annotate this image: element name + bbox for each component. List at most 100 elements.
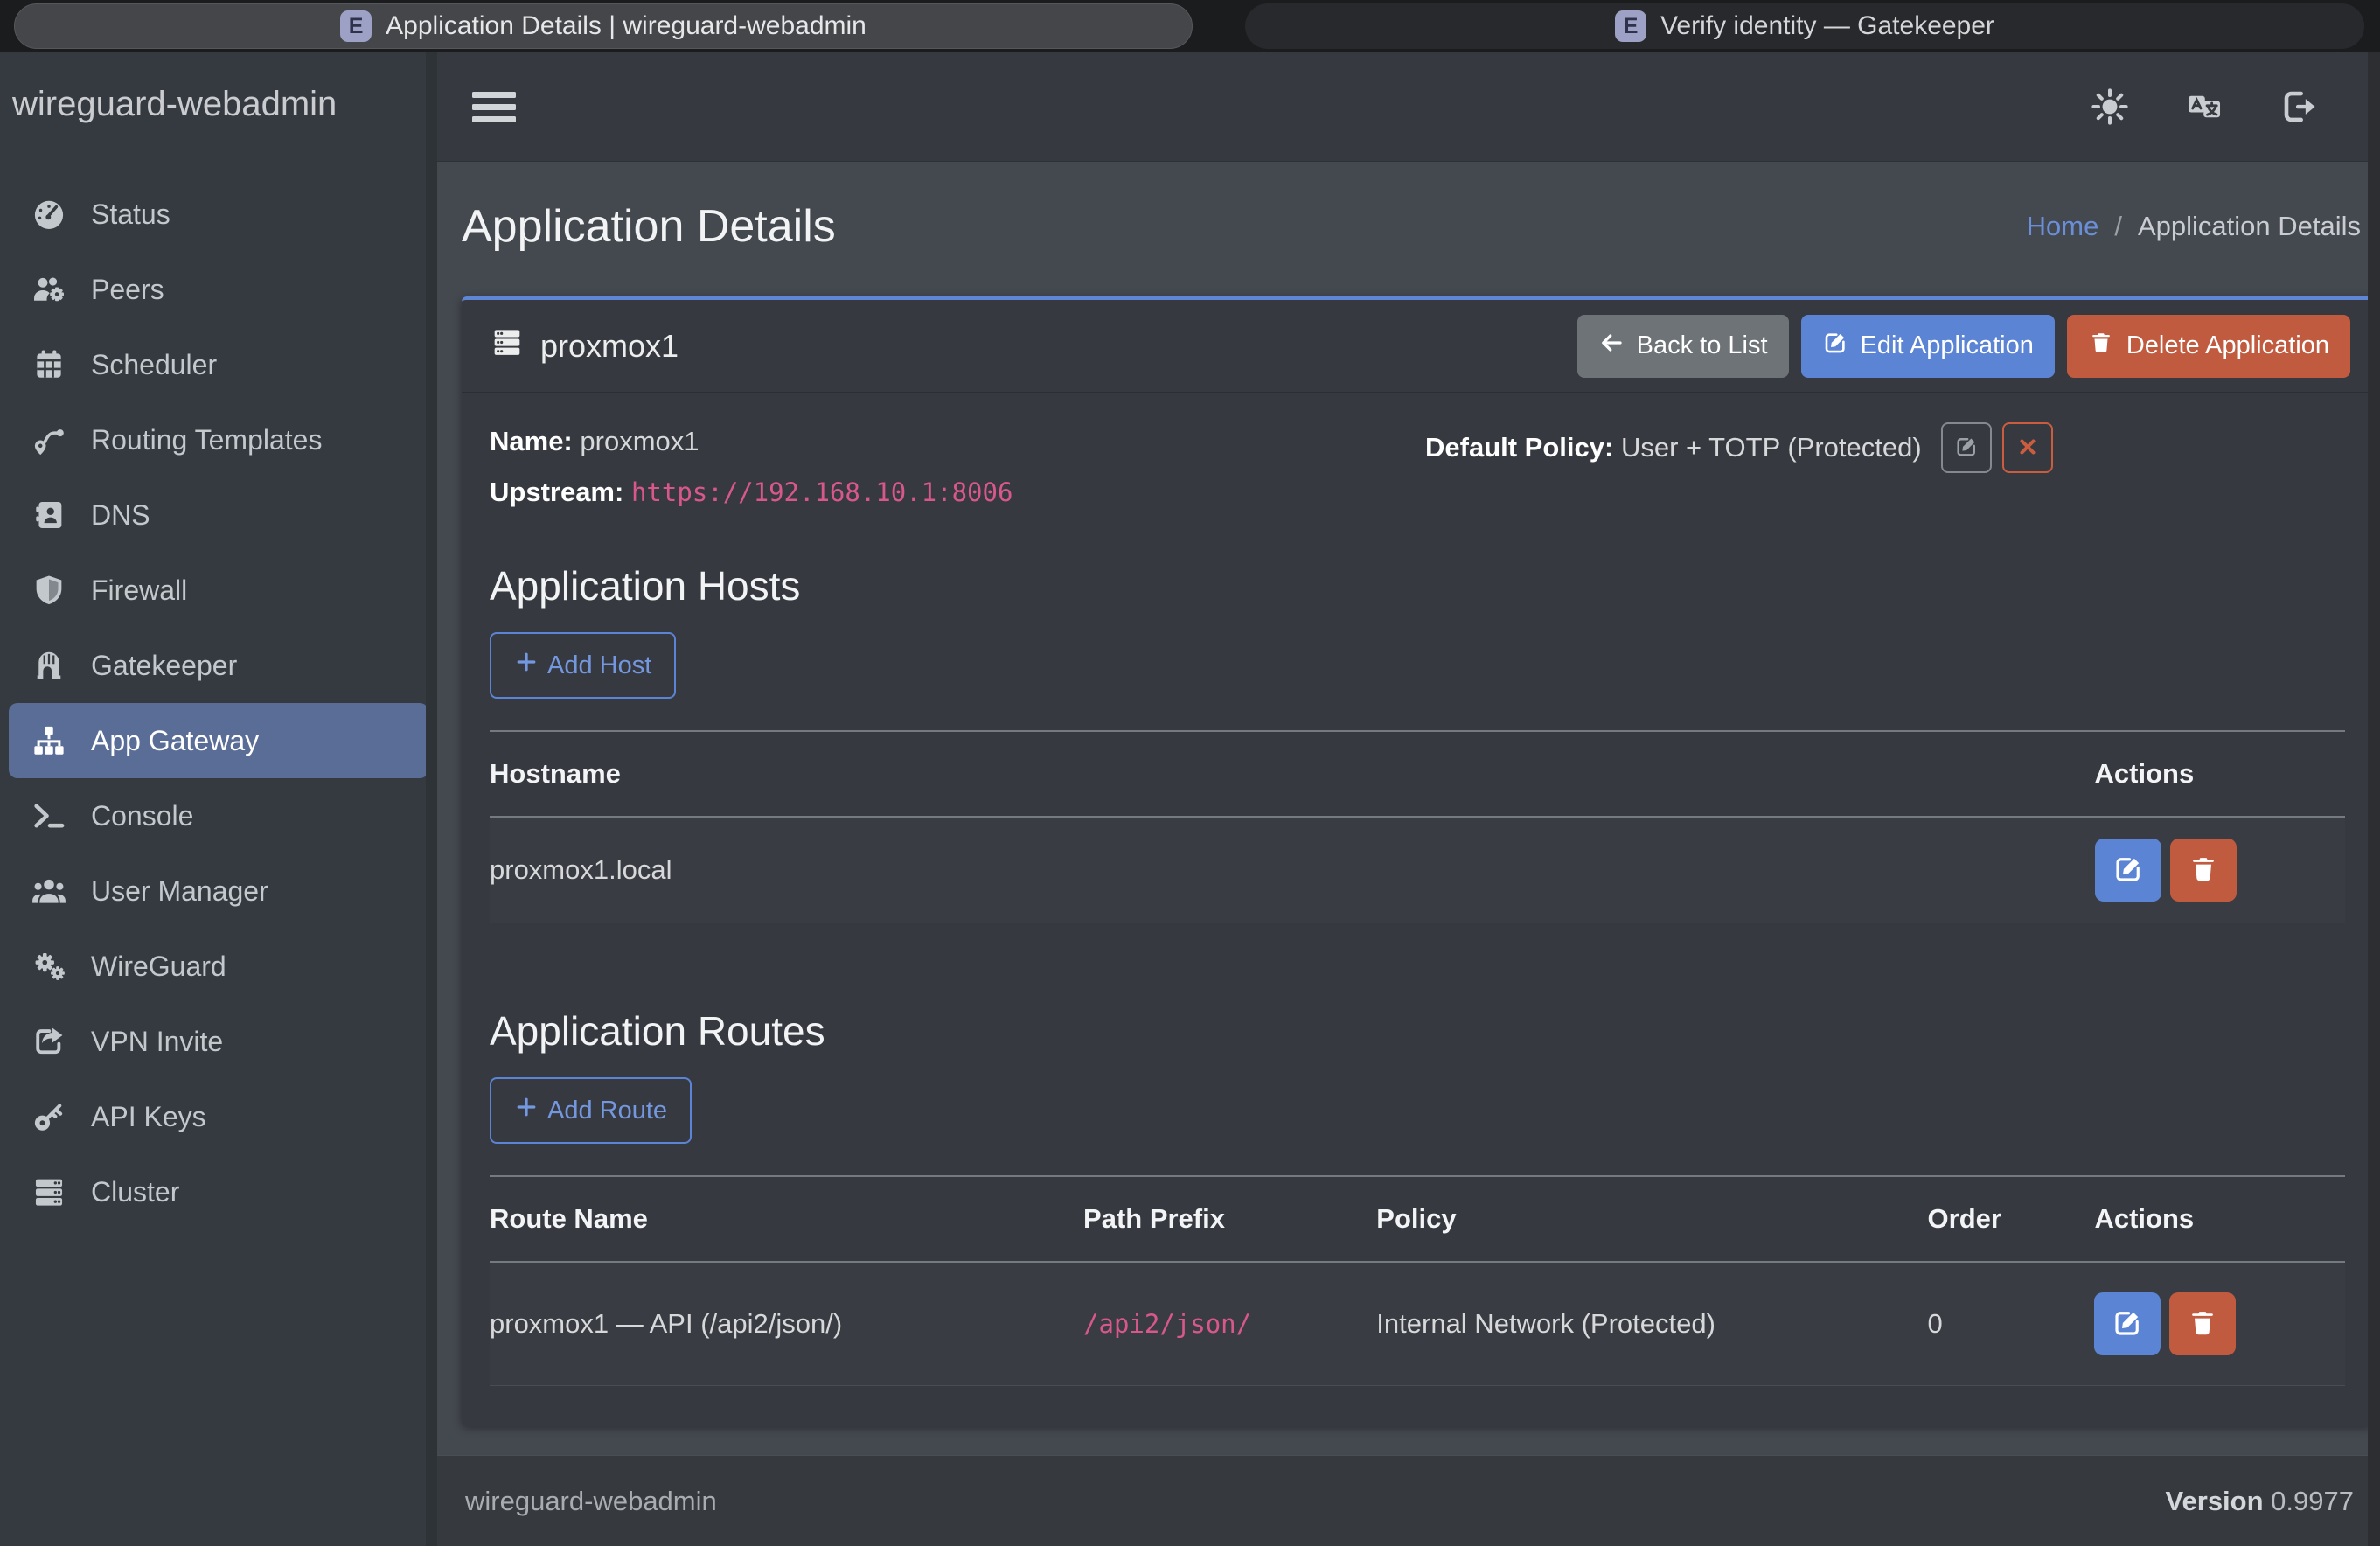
breadcrumb-home-link[interactable]: Home	[2027, 211, 2099, 242]
footer-version-value: 0.9977	[2271, 1486, 2354, 1516]
sidebar: wireguard-webadmin Status Peers Schedule…	[0, 52, 437, 1546]
application-upstream-row: Upstream: https://192.168.10.1:8006	[490, 473, 1409, 512]
translate-icon[interactable]	[2184, 87, 2224, 127]
sidebar-nav: Status Peers Scheduler Routing Templates…	[0, 157, 437, 1229]
footer-version-label: Version	[2166, 1486, 2264, 1516]
tab-title: Verify identity — Gatekeeper	[1660, 11, 1994, 41]
routes-header-path: Path Prefix	[1083, 1176, 1376, 1262]
breadcrumb-separator: /	[2114, 211, 2122, 242]
breadcrumb: Home / Application Details	[2027, 211, 2361, 242]
trash-icon	[2188, 853, 2219, 888]
page-scrollbar[interactable]	[2368, 52, 2380, 1546]
sitemap-icon	[28, 722, 70, 759]
sidebar-scrollbar[interactable]	[426, 52, 437, 1546]
sidebar-item-app-gateway[interactable]: App Gateway	[9, 703, 428, 778]
address-book-icon	[28, 497, 70, 533]
route-name: proxmox1 — API (/api2/json/)	[490, 1262, 1083, 1386]
browser-tab-inactive[interactable]: E Verify identity — Gatekeeper	[1245, 3, 2364, 49]
plus-icon	[514, 650, 539, 681]
sidebar-item-user-manager[interactable]: User Manager	[9, 853, 428, 929]
sidebar-item-console[interactable]: Console	[9, 778, 428, 853]
edit-policy-button[interactable]	[1941, 422, 1992, 473]
sidebar-item-wireguard[interactable]: WireGuard	[9, 929, 428, 1004]
hosts-header-hostname: Hostname	[490, 731, 2095, 817]
sidebar-item-routing-templates[interactable]: Routing Templates	[9, 402, 428, 477]
edit-application-button[interactable]: Edit Application	[1801, 315, 2055, 378]
terminal-icon	[28, 797, 70, 834]
host-hostname: proxmox1.local	[490, 817, 2095, 923]
gears-icon	[28, 948, 70, 985]
route-path-prefix: /api2/json/	[1083, 1309, 1251, 1339]
routes-heading: Application Routes	[490, 1007, 2345, 1055]
default-policy-value: User + TOTP (Protected)	[1621, 432, 1922, 463]
brand-title: wireguard-webadmin	[0, 52, 437, 157]
delete-route-button[interactable]	[2169, 1292, 2236, 1355]
shield-icon	[28, 572, 70, 609]
back-to-list-button[interactable]: Back to List	[1577, 315, 1789, 378]
default-policy-row: Default Policy: User + TOTP (Protected)	[1409, 422, 2345, 473]
pen-square-icon	[2112, 853, 2144, 888]
add-host-button[interactable]: Add Host	[490, 632, 676, 699]
sidebar-item-status[interactable]: Status	[9, 177, 428, 252]
route-policy: Internal Network (Protected)	[1376, 1262, 1927, 1386]
edit-route-button[interactable]	[2094, 1292, 2161, 1355]
hosts-table: Hostname Actions proxmox1.local	[490, 730, 2345, 923]
footer-app-name: wireguard-webadmin	[465, 1486, 717, 1517]
delete-host-button[interactable]	[2170, 839, 2237, 902]
sidebar-item-firewall[interactable]: Firewall	[9, 553, 428, 628]
browser-tab-strip: E Application Details | wireguard-webadm…	[0, 0, 2380, 52]
users-gear-icon	[28, 271, 70, 308]
upstream-url: https://192.168.10.1:8006	[631, 477, 1013, 507]
plus-icon	[514, 1095, 539, 1126]
hosts-heading: Application Hosts	[490, 562, 2345, 609]
server-icon	[28, 1173, 70, 1210]
main-area: Application Details Home / Application D…	[437, 52, 2380, 1546]
trash-icon	[2187, 1307, 2218, 1341]
e-favicon-icon: E	[1615, 10, 1646, 42]
top-navbar	[437, 52, 2380, 162]
sidebar-item-api-keys[interactable]: API Keys	[9, 1079, 428, 1154]
pen-square-icon	[1954, 435, 1979, 462]
routes-header-actions: Actions	[2094, 1176, 2345, 1262]
footer: wireguard-webadmin Version 0.9977	[437, 1455, 2380, 1546]
pen-square-icon	[1822, 330, 1848, 363]
page-title: Application Details	[462, 200, 836, 253]
users-icon	[28, 873, 70, 909]
application-title: proxmox1	[490, 324, 679, 367]
browser-tab-active[interactable]: E Application Details | wireguard-webadm…	[14, 3, 1193, 49]
card-header: proxmox1 Back to List Edit Application	[462, 300, 2373, 393]
sidebar-item-cluster[interactable]: Cluster	[9, 1154, 428, 1229]
route-icon	[28, 421, 70, 458]
calendar-icon	[28, 346, 70, 383]
trash-icon	[2088, 330, 2114, 363]
sidebar-item-peers[interactable]: Peers	[9, 252, 428, 327]
server-icon	[490, 324, 525, 367]
x-icon	[2015, 435, 2040, 462]
application-name-row: Name: proxmox1	[490, 422, 1409, 461]
sidebar-item-gatekeeper[interactable]: Gatekeeper	[9, 628, 428, 703]
e-favicon-icon: E	[340, 10, 372, 42]
delete-application-button[interactable]: Delete Application	[2067, 315, 2350, 378]
routes-table: Route Name Path Prefix Policy Order Acti…	[490, 1175, 2345, 1386]
logout-icon[interactable]	[2279, 87, 2319, 127]
routes-header-order: Order	[1928, 1176, 2095, 1262]
routes-header-policy: Policy	[1376, 1176, 1927, 1262]
key-icon	[28, 1098, 70, 1135]
edit-host-button[interactable]	[2095, 839, 2161, 902]
content-area: proxmox1 Back to List Edit Application	[437, 291, 2380, 1455]
page-header: Application Details Home / Application D…	[437, 162, 2380, 291]
hosts-header-actions: Actions	[2095, 731, 2345, 817]
routes-header-name: Route Name	[490, 1176, 1083, 1262]
sidebar-item-vpn-invite[interactable]: VPN Invite	[9, 1004, 428, 1079]
menu-toggle-icon[interactable]	[472, 92, 516, 122]
pen-square-icon	[2112, 1307, 2143, 1341]
clear-policy-button[interactable]	[2002, 422, 2053, 473]
sidebar-item-dns[interactable]: DNS	[9, 477, 428, 553]
route-row: proxmox1 — API (/api2/json/) /api2/json/…	[490, 1262, 2345, 1386]
application-card: proxmox1 Back to List Edit Application	[462, 296, 2373, 1426]
add-route-button[interactable]: Add Route	[490, 1077, 692, 1144]
tab-title: Application Details | wireguard-webadmin	[386, 11, 866, 41]
sidebar-item-scheduler[interactable]: Scheduler	[9, 327, 428, 402]
arrow-left-icon	[1598, 330, 1625, 363]
sun-icon[interactable]	[2090, 87, 2130, 127]
